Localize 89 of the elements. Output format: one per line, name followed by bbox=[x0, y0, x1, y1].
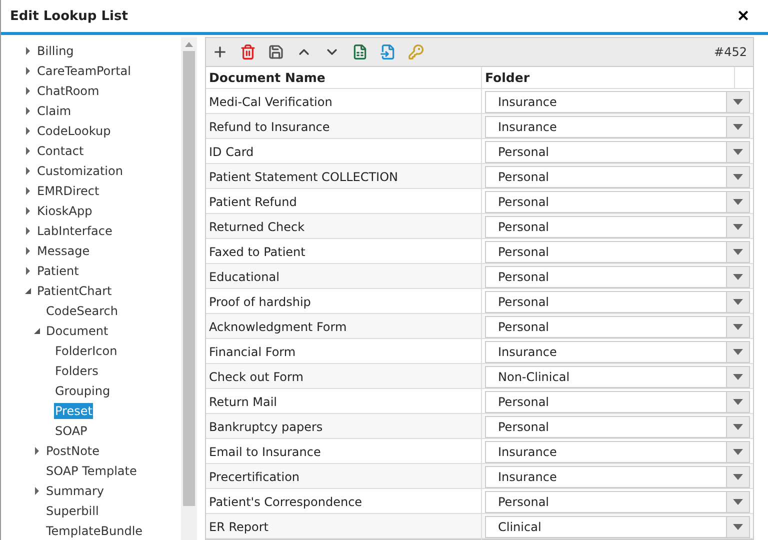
caret-icon bbox=[733, 149, 743, 155]
caret-icon bbox=[733, 374, 743, 380]
tree-item[interactable]: PatientChart bbox=[36, 283, 113, 299]
expander-icon[interactable] bbox=[23, 86, 33, 96]
column-header[interactable]: Folder bbox=[482, 67, 735, 88]
caret-icon bbox=[733, 124, 743, 130]
caret-icon bbox=[733, 199, 743, 205]
caret-icon bbox=[733, 399, 743, 405]
tree-item[interactable]: CodeLookup bbox=[36, 123, 112, 139]
caret-icon bbox=[733, 524, 743, 530]
file-import-icon[interactable] bbox=[380, 44, 396, 60]
expander-icon[interactable] bbox=[23, 46, 33, 56]
folder-dropdown[interactable]: Personal bbox=[485, 491, 750, 513]
column-header[interactable]: Document Name bbox=[206, 67, 482, 88]
caret-icon bbox=[733, 499, 743, 505]
caret-icon bbox=[733, 224, 743, 230]
expander-icon[interactable] bbox=[32, 446, 42, 456]
tree-item[interactable]: CareTeamPortal bbox=[36, 63, 132, 79]
caret-icon bbox=[733, 324, 743, 330]
tree-item[interactable]: Summary bbox=[45, 483, 105, 499]
tree-item[interactable]: CodeSearch bbox=[45, 303, 119, 319]
tree-item[interactable]: Document bbox=[45, 323, 110, 339]
folder-dropdown[interactable]: Personal bbox=[485, 266, 750, 288]
folder-dropdown[interactable]: Personal bbox=[485, 166, 750, 188]
tree-item[interactable]: Grouping bbox=[54, 383, 112, 399]
tree-item[interactable]: Claim bbox=[36, 103, 72, 119]
expander-icon[interactable] bbox=[23, 66, 33, 76]
caret-icon bbox=[733, 449, 743, 455]
tree-item[interactable]: FolderIcon bbox=[54, 343, 118, 359]
tree-item[interactable]: KioskApp bbox=[36, 203, 94, 219]
expander-icon[interactable] bbox=[32, 326, 42, 336]
folder-dropdown[interactable]: Personal bbox=[485, 291, 750, 313]
folder-dropdown[interactable]: Insurance bbox=[485, 441, 750, 463]
tree-item[interactable]: PostNote bbox=[45, 443, 101, 459]
window-title: Edit Lookup List bbox=[10, 8, 128, 24]
folder-dropdown[interactable]: Insurance bbox=[485, 116, 750, 138]
caret-icon bbox=[733, 424, 743, 430]
tree-item[interactable]: SOAP bbox=[54, 423, 88, 439]
tree-item[interactable]: SOAP Template bbox=[45, 463, 138, 479]
save-icon[interactable] bbox=[268, 44, 284, 60]
spreadsheet-icon[interactable] bbox=[352, 44, 368, 60]
folder-dropdown[interactable]: Insurance bbox=[485, 91, 750, 113]
tree-item[interactable]: Billing bbox=[36, 43, 75, 59]
caret-icon bbox=[733, 349, 743, 355]
expander-icon[interactable] bbox=[23, 286, 33, 296]
expander-icon[interactable] bbox=[23, 186, 33, 196]
caret-icon bbox=[733, 299, 743, 305]
tree-item[interactable]: Folders bbox=[54, 363, 100, 379]
caret-icon bbox=[733, 99, 743, 105]
folder-dropdown[interactable]: Personal bbox=[485, 391, 750, 413]
add-icon[interactable] bbox=[212, 44, 228, 60]
caret-icon bbox=[733, 274, 743, 280]
expander-icon[interactable] bbox=[23, 166, 33, 176]
expander-icon[interactable] bbox=[23, 246, 33, 256]
caret-icon bbox=[733, 249, 743, 255]
scrollbar-thumb[interactable] bbox=[183, 51, 195, 506]
close-button[interactable]: ✕ bbox=[737, 7, 750, 25]
folder-dropdown[interactable]: Insurance bbox=[485, 341, 750, 363]
expander-icon[interactable] bbox=[23, 206, 33, 216]
tree-item[interactable]: LabInterface bbox=[36, 223, 114, 239]
expander-icon[interactable] bbox=[32, 486, 42, 496]
tree-item[interactable]: Customization bbox=[36, 163, 124, 179]
table-cell: ER Report bbox=[206, 514, 482, 540]
tree-item[interactable]: Preset bbox=[54, 403, 94, 419]
tree-item[interactable]: Message bbox=[36, 243, 91, 259]
tree-item[interactable]: Contact bbox=[36, 143, 85, 159]
expander-icon[interactable] bbox=[23, 226, 33, 236]
folder-dropdown[interactable]: Personal bbox=[485, 316, 750, 338]
tree-item[interactable]: ChatRoom bbox=[36, 83, 100, 99]
folder-dropdown[interactable]: Personal bbox=[485, 141, 750, 163]
record-count: #452 bbox=[714, 45, 747, 59]
expander-icon[interactable] bbox=[23, 146, 33, 156]
folder-dropdown[interactable]: Personal bbox=[485, 216, 750, 238]
caret-icon bbox=[733, 174, 743, 180]
folder-dropdown[interactable]: Personal bbox=[485, 416, 750, 438]
expander-icon[interactable] bbox=[23, 106, 33, 116]
tree-item[interactable]: EMRDirect bbox=[36, 183, 100, 199]
folder-dropdown[interactable]: Personal bbox=[485, 241, 750, 263]
tree-item[interactable]: Patient bbox=[36, 263, 80, 279]
tree-item[interactable]: TemplateBundle bbox=[45, 523, 144, 539]
folder-dropdown[interactable]: Clinical bbox=[485, 516, 750, 538]
expander-icon[interactable] bbox=[23, 126, 33, 136]
caret-icon bbox=[733, 474, 743, 480]
folder-dropdown[interactable]: Personal bbox=[485, 191, 750, 213]
trash-icon[interactable] bbox=[240, 44, 256, 60]
folder-dropdown[interactable]: Non-Clinical bbox=[485, 366, 750, 388]
expander-icon[interactable] bbox=[23, 266, 33, 276]
folder-dropdown[interactable]: Insurance bbox=[485, 466, 750, 488]
tree-item[interactable]: Superbill bbox=[45, 503, 100, 519]
